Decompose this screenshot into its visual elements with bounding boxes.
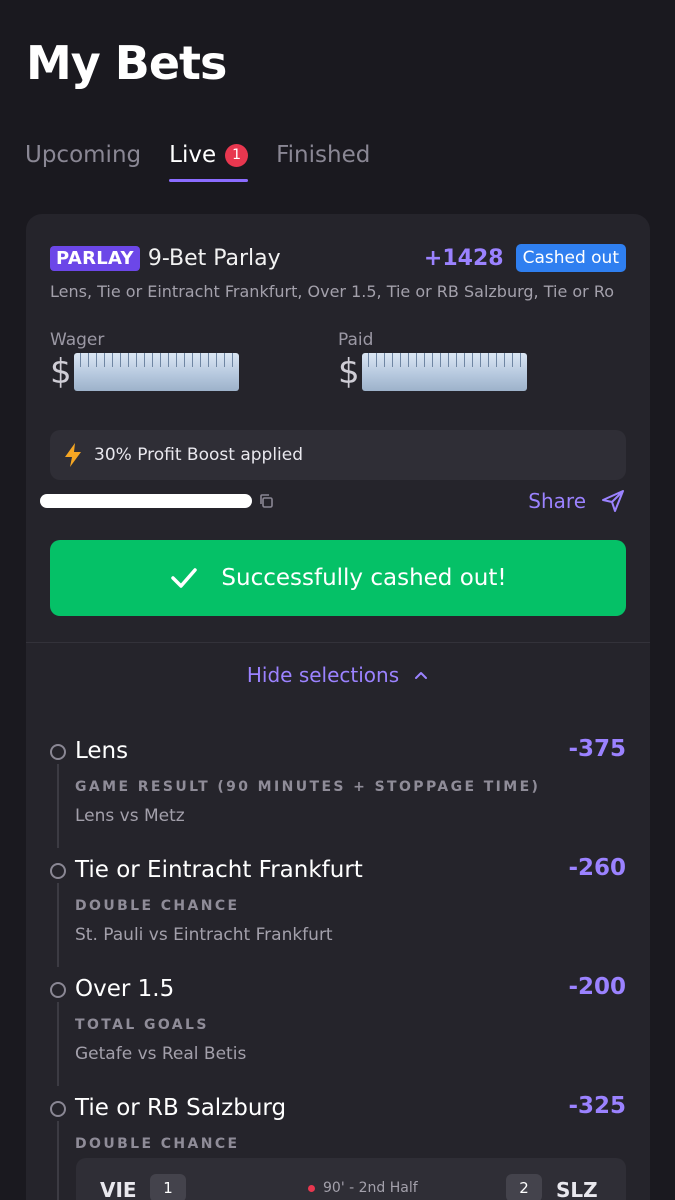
selection-leg: Lens -375 GAME RESULT (90 MINUTES + STOP… (50, 736, 626, 856)
home-team: VIE (100, 1178, 137, 1200)
checkmark-icon (171, 568, 198, 588)
tab-finished[interactable]: Finished (276, 142, 370, 182)
paid-value: $ (338, 352, 527, 392)
leg-connector (57, 764, 59, 848)
share-button[interactable]: Share (528, 488, 626, 514)
share-label: Share (528, 489, 586, 513)
divider (26, 642, 650, 643)
ruler-icon (73, 353, 239, 391)
leg-connector (57, 1002, 59, 1086)
leg-event: Getafe vs Real Betis (75, 1044, 247, 1064)
leg-status-circle-icon (50, 863, 66, 879)
leg-name: Tie or RB Salzburg (75, 1095, 287, 1121)
bet-card: PARLAY 9-Bet Parlay +1428 Cashed out Len… (26, 214, 650, 1200)
selection-leg: Over 1.5 -200 TOTAL GOALS Getafe vs Real… (50, 974, 626, 1094)
wager-value: $ (50, 352, 239, 392)
copy-icon[interactable] (258, 493, 274, 509)
tab-upcoming-label: Upcoming (25, 142, 142, 168)
status-badge: Cashed out (515, 244, 626, 272)
tab-finished-label: Finished (276, 142, 371, 168)
live-match-scoreboard[interactable]: VIE 1 90' - 2nd Half 2 SLZ (76, 1158, 626, 1200)
send-icon (602, 490, 624, 512)
redacted-bet-id (40, 494, 252, 508)
leg-market: GAME RESULT (90 MINUTES + STOPPAGE TIME) (75, 779, 541, 795)
bet-id-row: Share (40, 486, 626, 516)
wager-label: Wager (50, 330, 105, 350)
page-title: My Bets (26, 36, 227, 90)
chevron-up-icon (415, 672, 428, 679)
leg-status-circle-icon (50, 744, 66, 760)
paid-currency: $ (338, 352, 360, 392)
leg-connector (57, 1121, 59, 1200)
home-score: 1 (150, 1174, 186, 1200)
match-status: 90' - 2nd Half (308, 1180, 418, 1196)
hide-selections-label: Hide selections (246, 663, 400, 687)
bet-tabs: Upcoming Live 1 Finished (25, 142, 398, 182)
live-dot-icon (308, 1184, 315, 1192)
leg-event: St. Pauli vs Eintracht Frankfurt (75, 925, 333, 945)
leg-market: TOTAL GOALS (75, 1017, 209, 1033)
away-score: 2 (506, 1174, 542, 1200)
parlay-tag: PARLAY (50, 245, 140, 271)
legs-summary: Lens, Tie or Eintracht Frankfurt, Over 1… (50, 282, 615, 301)
bet-header: PARLAY 9-Bet Parlay +1428 Cashed out (50, 242, 626, 274)
selection-leg: Tie or Eintracht Frankfurt -260 DOUBLE C… (50, 855, 626, 975)
bet-name: 9-Bet Parlay (147, 245, 281, 271)
leg-status-circle-icon (50, 982, 66, 998)
ruler-icon (361, 353, 527, 391)
leg-odds: -325 (568, 1093, 626, 1119)
leg-name: Tie or Eintracht Frankfurt (75, 857, 363, 883)
wager-currency: $ (50, 352, 72, 392)
leg-event: Lens vs Metz (75, 806, 185, 826)
paid-label: Paid (338, 330, 374, 350)
leg-market: DOUBLE CHANCE (75, 1136, 240, 1152)
leg-name: Lens (75, 738, 129, 764)
leg-name: Over 1.5 (75, 976, 175, 1002)
leg-odds: -260 (568, 855, 626, 881)
bet-odds: +1428 (423, 245, 504, 271)
away-team: SLZ (556, 1178, 598, 1200)
leg-odds: -200 (568, 974, 626, 1000)
boost-text: 30% Profit Boost applied (94, 445, 304, 465)
tab-live[interactable]: Live 1 (169, 142, 249, 182)
cashout-success-banner: Successfully cashed out! (50, 540, 626, 616)
profit-boost-banner: 30% Profit Boost applied (50, 430, 626, 480)
tab-live-label: Live (169, 142, 217, 168)
tab-upcoming[interactable]: Upcoming (25, 142, 141, 182)
live-count-badge: 1 (225, 143, 249, 167)
leg-status-circle-icon (50, 1101, 66, 1117)
leg-odds: -375 (568, 736, 626, 762)
leg-market: DOUBLE CHANCE (75, 898, 240, 914)
leg-connector (57, 883, 59, 967)
lightning-bolt-icon (65, 443, 81, 467)
hide-selections-button[interactable]: Hide selections (26, 660, 650, 690)
cashout-text: Successfully cashed out! (221, 565, 507, 591)
match-status-text: 90' - 2nd Half (323, 1180, 418, 1196)
